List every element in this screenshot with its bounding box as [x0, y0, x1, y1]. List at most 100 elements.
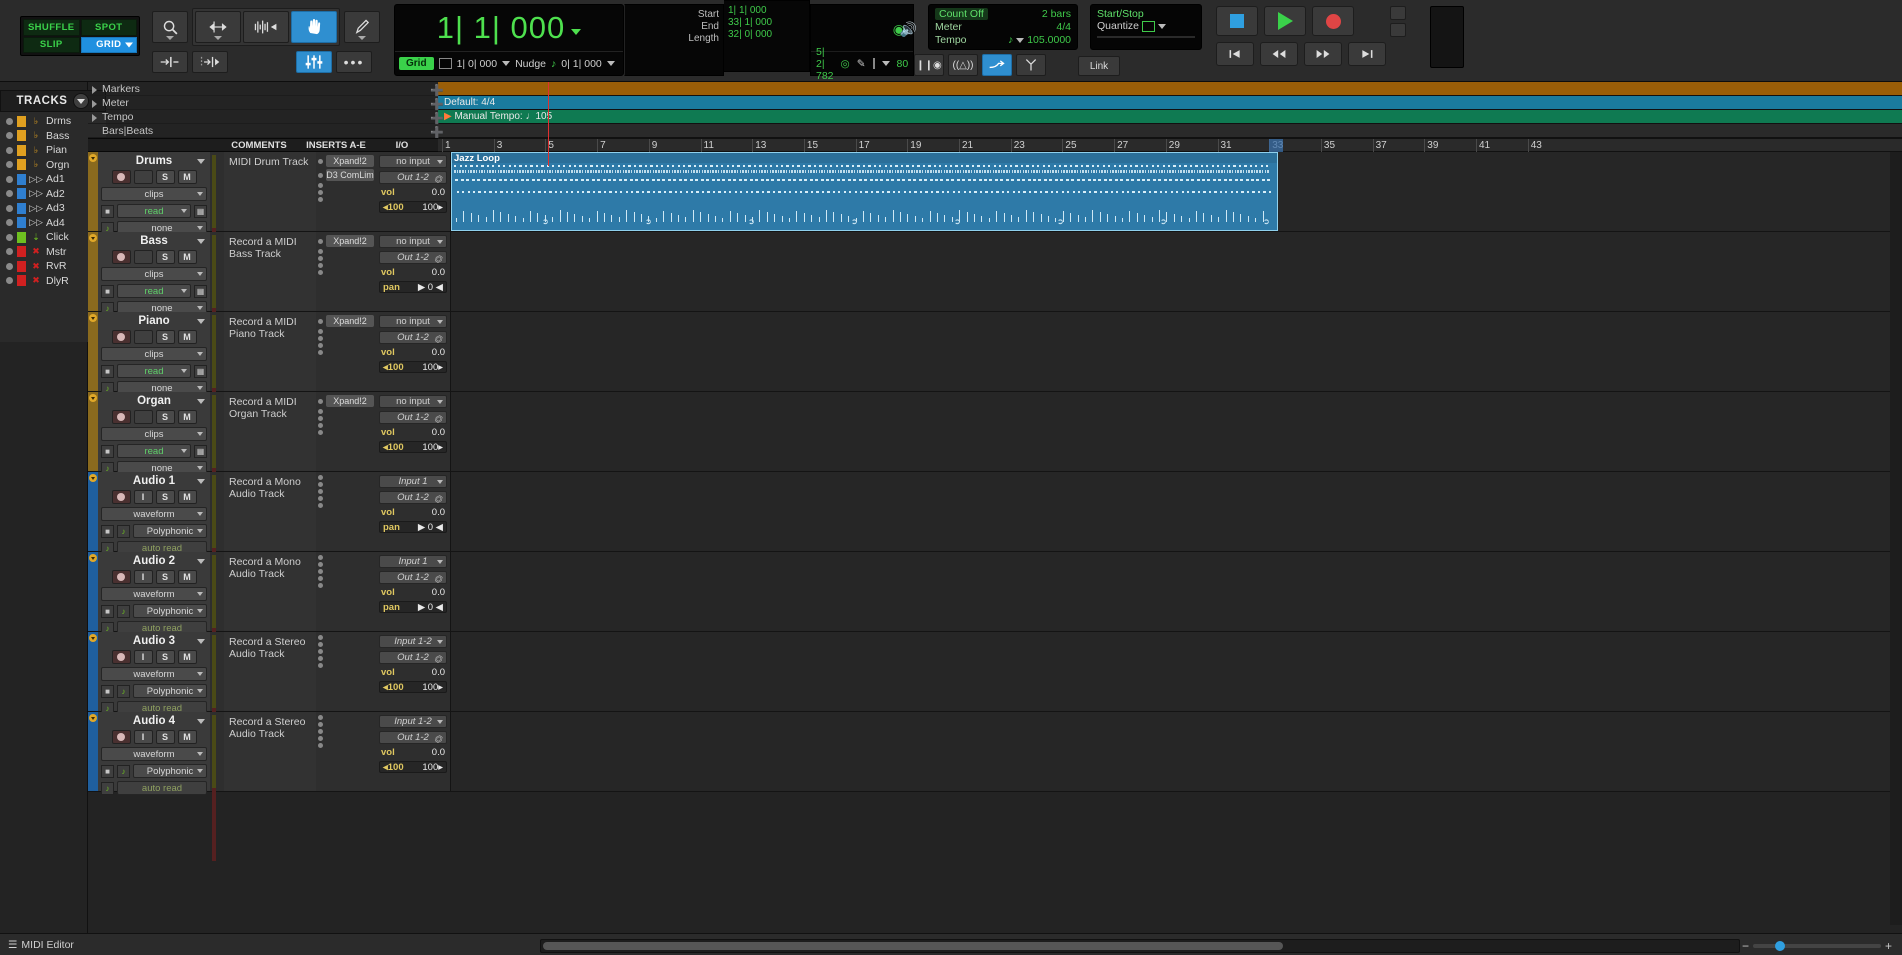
record-button[interactable]	[1312, 6, 1354, 36]
spot-mode-button[interactable]: SPOT	[81, 19, 138, 36]
expand-icon[interactable]	[92, 100, 97, 108]
insert-slot[interactable]	[318, 562, 374, 567]
automation-icon[interactable]: ♪	[101, 782, 114, 795]
insert-slot[interactable]	[318, 336, 374, 341]
insert-slot[interactable]	[318, 190, 374, 195]
timebase-icon[interactable]: ♪	[117, 525, 130, 538]
input-monitor-button[interactable]: I	[134, 650, 153, 664]
insert-slot[interactable]	[318, 430, 374, 435]
record-arm-button[interactable]	[112, 490, 131, 504]
track-playlist-lane[interactable]	[450, 392, 1902, 471]
track-menu-icon[interactable]	[197, 239, 205, 244]
expand-icon[interactable]	[92, 86, 97, 94]
insert-bypass-dot[interactable]	[318, 416, 323, 421]
track-show-hide-dot[interactable]	[6, 234, 13, 241]
insert-bypass-dot[interactable]	[318, 715, 323, 720]
record-arm-button[interactable]	[112, 570, 131, 584]
insert-bypass-dot[interactable]	[318, 256, 323, 261]
solo-button[interactable]: S	[156, 570, 175, 584]
metronome-icon[interactable]: ◎	[841, 58, 850, 70]
insert-bypass-dot[interactable]	[318, 642, 323, 647]
timebase-icon[interactable]: ♪	[117, 685, 130, 698]
track-name[interactable]: Organ	[101, 394, 207, 410]
insert-bypass-dot[interactable]	[318, 736, 323, 741]
counter-dropdown-icon[interactable]	[571, 29, 581, 35]
expand-icon[interactable]	[92, 114, 97, 122]
insert-bypass-dot[interactable]	[318, 159, 323, 164]
track-view-icon[interactable]: ▦	[194, 205, 207, 218]
playlist-selector[interactable]: waveform	[101, 587, 207, 601]
zoom-tool-button[interactable]	[152, 11, 188, 43]
track-collapse-button[interactable]	[89, 234, 97, 242]
track-show-hide-dot[interactable]	[6, 118, 13, 125]
track-menu-icon[interactable]	[197, 559, 205, 564]
solo-button[interactable]: S	[156, 410, 175, 424]
playlist-selector[interactable]: clips	[101, 427, 207, 441]
pan-row[interactable]: ◂100100▸	[379, 441, 447, 453]
track-view-icon[interactable]: ▦	[194, 285, 207, 298]
insert-bypass-dot[interactable]	[318, 423, 323, 428]
insert-slot[interactable]: Xpand!2	[318, 395, 374, 407]
pan-row[interactable]: ◂100100▸	[379, 681, 447, 693]
solo-button[interactable]: S	[156, 650, 175, 664]
insert-bypass-dot[interactable]	[318, 562, 323, 567]
track-comment[interactable]: Record a Mono Audio Track	[224, 472, 316, 551]
midi-merge-button[interactable]	[982, 54, 1012, 76]
insert-slot[interactable]: D3 ComLim	[318, 169, 374, 181]
track-color-strip[interactable]	[88, 632, 98, 711]
track-menu-icon[interactable]	[197, 159, 205, 164]
pan-value[interactable]: ▶ 0 ◀	[418, 522, 443, 533]
slip-mode-button[interactable]: SLIP	[23, 37, 80, 54]
track-playlist-lane[interactable]	[450, 472, 1902, 551]
automation-mode-selector[interactable]: read	[117, 444, 191, 458]
pan-value[interactable]: ▶ 0 ◀	[418, 282, 443, 293]
track-color-strip[interactable]	[88, 392, 98, 471]
input-monitor-button[interactable]: I	[134, 490, 153, 504]
insert-bypass-dot[interactable]	[318, 329, 323, 334]
insert-bypass-dot[interactable]	[318, 489, 323, 494]
volume-row[interactable]: vol0.0	[379, 667, 447, 678]
insert-bypass-dot[interactable]	[318, 183, 323, 188]
volume-value[interactable]: 0.0	[432, 667, 445, 678]
pencil-small-icon[interactable]: ✎	[857, 58, 866, 70]
insert-bypass-dot[interactable]	[318, 270, 323, 275]
insert-slot[interactable]	[318, 569, 374, 574]
timecode-value[interactable]: 5| 2| 782	[816, 46, 834, 82]
selector-tool-button[interactable]	[243, 11, 289, 43]
insert-slot[interactable]	[318, 576, 374, 581]
insert-bypass-dot[interactable]	[318, 656, 323, 661]
insert-slot[interactable]	[318, 343, 374, 348]
insert-slot[interactable]	[318, 197, 374, 202]
volume-value[interactable]: 0.0	[432, 427, 445, 438]
insert-bypass-dot[interactable]	[318, 635, 323, 640]
transport-aux-button-1[interactable]	[1390, 6, 1406, 20]
volume-row[interactable]: vol0.0	[379, 747, 447, 758]
ruler-label-markers[interactable]: Markers	[88, 82, 438, 96]
ruler-label-bars-beats[interactable]: Bars|Beats	[88, 124, 438, 138]
track-input-selector[interactable]: Input 1-2	[379, 715, 447, 728]
input-monitor-button[interactable]	[134, 170, 153, 184]
track-playlist-lane[interactable]: Jazz Loop➲➲➲➲➲➲➲➲	[450, 152, 1902, 231]
ruler-lane-meter[interactable]: ➕Default: 4/4	[438, 96, 1902, 110]
insert-slot[interactable]	[318, 635, 374, 640]
insert-bypass-dot[interactable]	[318, 173, 323, 178]
insert-slot[interactable]	[318, 263, 374, 268]
count-off-value[interactable]: 2 bars	[1042, 8, 1071, 20]
solo-button[interactable]: S	[156, 330, 175, 344]
track-view-icon[interactable]: ▦	[194, 365, 207, 378]
track-playlist-lane[interactable]	[450, 312, 1902, 391]
mute-button[interactable]: M	[178, 650, 197, 664]
elastic-audio-selector[interactable]: Polyphonic	[133, 524, 207, 538]
grid-dropdown-icon[interactable]	[502, 61, 510, 66]
track-show-hide-dot[interactable]	[6, 190, 13, 197]
elastic-audio-selector[interactable]: Polyphonic	[133, 604, 207, 618]
horizontal-scrollbar[interactable]	[540, 939, 1740, 953]
tempo-value[interactable]: 105.0000	[1027, 34, 1071, 46]
track-color-strip[interactable]	[88, 552, 98, 631]
track-playlist-lane[interactable]	[450, 712, 1902, 791]
track-input-icon[interactable]: ■	[101, 685, 114, 698]
track-name[interactable]: Drums	[101, 154, 207, 170]
track-output-selector[interactable]: Out 1-2⏣	[379, 571, 447, 584]
track-name[interactable]: Audio 4	[101, 714, 207, 730]
insert-slot[interactable]	[318, 249, 374, 254]
